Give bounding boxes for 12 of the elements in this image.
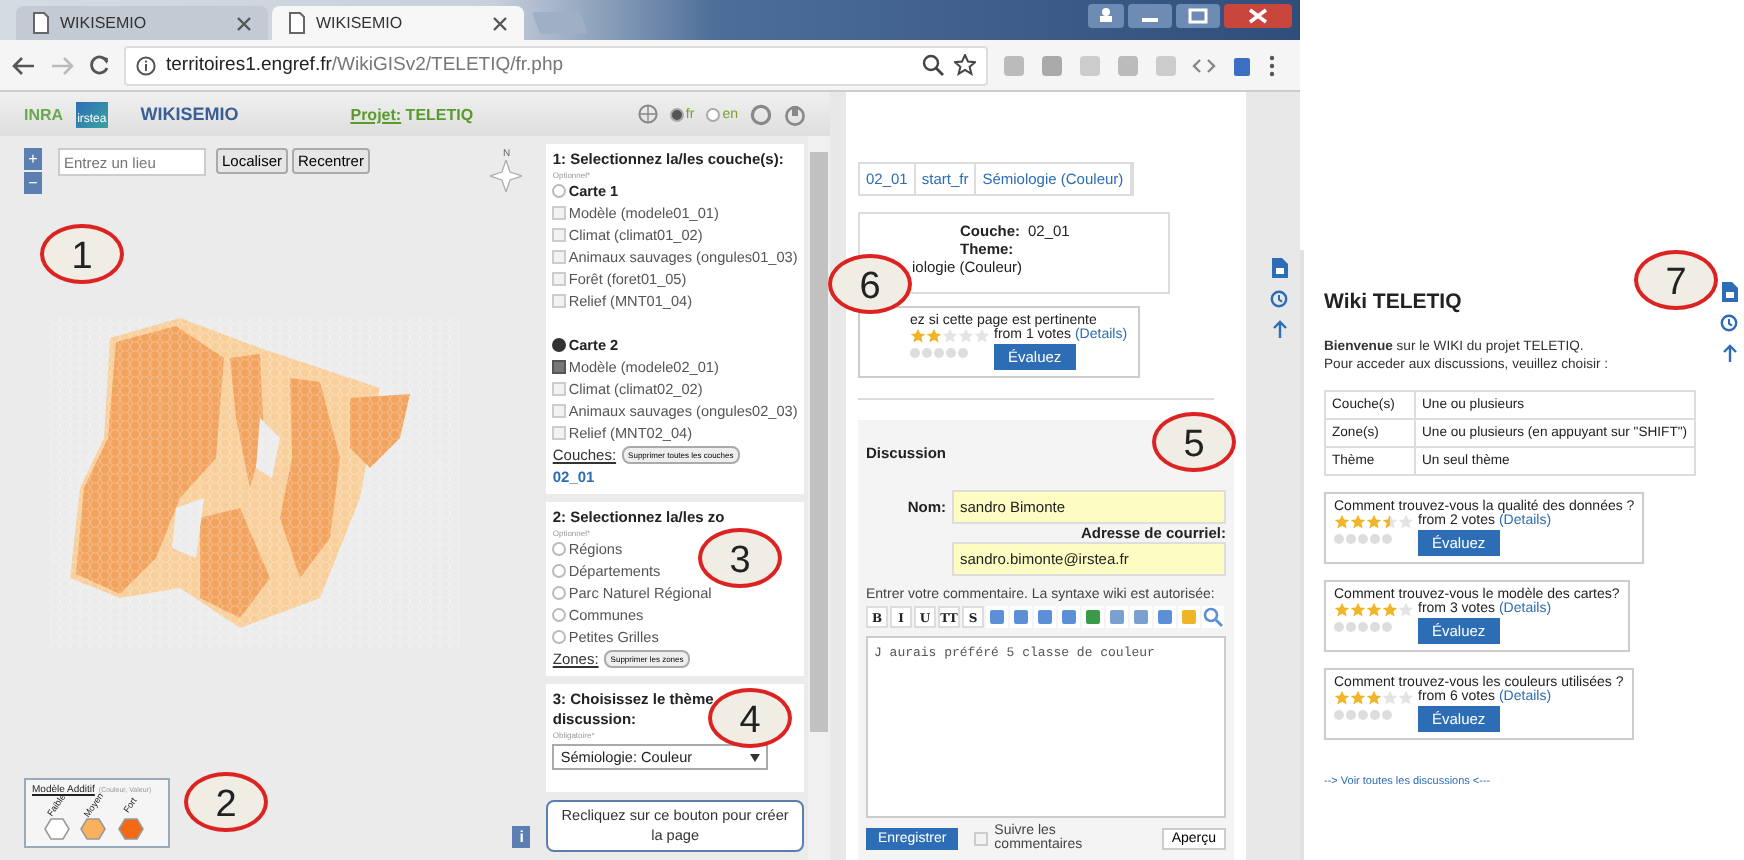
zoom-in-button[interactable]: + <box>24 148 42 170</box>
browser-tab[interactable]: WIKISEMIO <box>16 6 268 40</box>
browser-tab[interactable]: WIKISEMIO <box>272 6 524 40</box>
info-button[interactable]: i <box>512 826 531 848</box>
address-field[interactable]: territoires1.engref.fr/WikiGISv2/TELETIQ/fr.php <box>124 45 988 85</box>
zoom-out-button[interactable]: − <box>24 172 42 194</box>
project-name: Projet: TELETIQ <box>350 105 474 123</box>
url-text: territoires1.engref.fr/WikiGISv2/TELETIQ/fr.php <box>166 54 564 76</box>
app-title: WIKISEMIO <box>140 104 239 124</box>
wiki-title: Wiki TELETIQ <box>1324 290 1462 314</box>
annotation-marker: 7 <box>1634 250 1718 310</box>
inra-logo: INRA <box>24 105 64 123</box>
